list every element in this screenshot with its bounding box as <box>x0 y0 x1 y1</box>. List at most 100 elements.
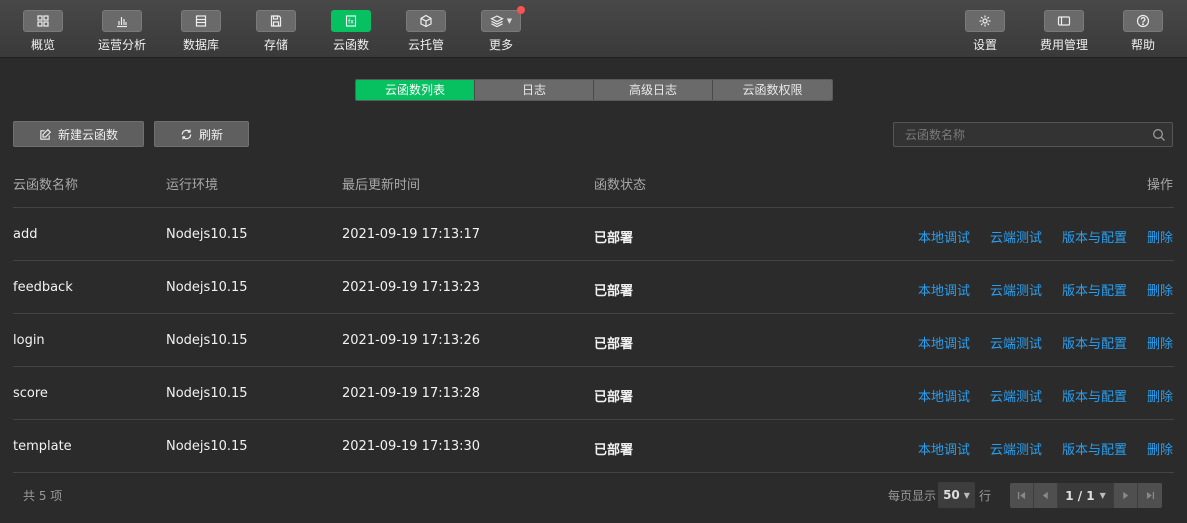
function-updated-time: 2021-09-19 17:13:26 <box>342 333 481 348</box>
table-row: score Nodejs10.15 2021-09-19 17:13:28 已部… <box>13 367 1174 420</box>
prev-page-button[interactable] <box>1034 483 1058 508</box>
function-runtime: Nodejs10.15 <box>166 439 248 454</box>
function-status: 已部署 <box>594 284 634 299</box>
function-updated-time: 2021-09-19 17:13:17 <box>342 227 481 242</box>
refresh-label: 刷新 <box>198 127 223 142</box>
toolbar-billing[interactable]: 费用管理 <box>1024 10 1104 54</box>
toolbar-label: 帮助 <box>1130 38 1155 52</box>
toolbar-cloud-hosting[interactable]: 云托管 <box>386 10 466 54</box>
tab-advanced-logs[interactable]: 高级日志 <box>594 80 713 100</box>
total-count: 共 5 项 <box>23 489 63 503</box>
function-runtime: Nodejs10.15 <box>166 227 248 242</box>
function-status: 已部署 <box>594 390 634 405</box>
toolbar-label: 存储 <box>263 38 288 52</box>
cloud-test-link[interactable]: 云端测试 <box>990 333 1042 352</box>
first-page-button[interactable] <box>1010 483 1034 508</box>
delete-link[interactable]: 删除 <box>1147 439 1173 458</box>
function-name: add <box>13 227 38 242</box>
next-page-button[interactable] <box>1114 483 1138 508</box>
new-function-label: 新建云函数 <box>57 127 118 142</box>
last-page-button[interactable] <box>1138 483 1162 508</box>
refresh-icon <box>181 129 192 139</box>
chevron-down-icon: ▼ <box>963 490 970 500</box>
function-tabs: 云函数列表 日志 高级日志 云函数权限 <box>355 79 833 101</box>
cloud-test-link[interactable]: 云端测试 <box>990 386 1042 405</box>
search-box <box>893 122 1173 147</box>
search-icon[interactable] <box>1152 128 1166 142</box>
local-debug-link[interactable]: 本地调试 <box>918 439 970 458</box>
delete-link[interactable]: 删除 <box>1147 227 1173 246</box>
next-page-icon <box>1123 491 1129 500</box>
cloud-test-link[interactable]: 云端测试 <box>990 439 1042 458</box>
database-icon <box>181 10 221 32</box>
toolbar-label: 云托管 <box>407 38 444 52</box>
version-config-link[interactable]: 版本与配置 <box>1062 386 1127 405</box>
notification-dot <box>517 6 525 14</box>
version-config-link[interactable]: 版本与配置 <box>1062 227 1127 246</box>
new-function-button[interactable]: 新建云函数 <box>13 121 144 147</box>
function-icon: fx <box>331 10 371 32</box>
prev-page-icon <box>1042 491 1048 500</box>
save-icon <box>256 10 296 32</box>
toolbar-help[interactable]: 帮助 <box>1103 10 1183 54</box>
svg-text:fx: fx <box>348 19 354 26</box>
function-status: 已部署 <box>594 443 634 458</box>
page-select[interactable]: 1 / 1 ▼ <box>1058 483 1114 508</box>
billing-icon <box>1044 10 1084 32</box>
toolbar-analytics[interactable]: 运营分析 <box>82 10 162 54</box>
function-status: 已部署 <box>594 337 634 352</box>
cube-icon <box>406 10 446 32</box>
function-name: score <box>13 386 48 401</box>
toolbar-label: 运营分析 <box>97 38 146 52</box>
local-debug-link[interactable]: 本地调试 <box>918 333 970 352</box>
function-runtime: Nodejs10.15 <box>166 333 248 348</box>
column-header-runtime: 运行环境 <box>166 178 219 193</box>
grid-icon <box>23 10 63 32</box>
version-config-link[interactable]: 版本与配置 <box>1062 333 1127 352</box>
per-page-select[interactable]: 50 ▼ <box>938 482 975 508</box>
local-debug-link[interactable]: 本地调试 <box>918 386 970 405</box>
edit-icon <box>40 128 52 140</box>
cloud-test-link[interactable]: 云端测试 <box>990 280 1042 299</box>
version-config-link[interactable]: 版本与配置 <box>1062 439 1127 458</box>
function-status: 已部署 <box>594 231 634 246</box>
table-row: add Nodejs10.15 2021-09-19 17:13:17 已部署 … <box>13 208 1174 261</box>
delete-link[interactable]: 删除 <box>1147 333 1173 352</box>
function-name: login <box>13 333 45 348</box>
local-debug-link[interactable]: 本地调试 <box>918 227 970 246</box>
column-header-actions: 操作 <box>1147 178 1174 193</box>
search-input[interactable] <box>894 123 1172 146</box>
tab-logs[interactable]: 日志 <box>475 80 594 100</box>
version-config-link[interactable]: 版本与配置 <box>1062 280 1127 299</box>
column-header-updated: 最后更新时间 <box>342 178 421 193</box>
toolbar-label: 设置 <box>972 38 997 52</box>
toolbar-label: 概览 <box>30 38 55 52</box>
table-row: feedback Nodejs10.15 2021-09-19 17:13:23… <box>13 261 1174 314</box>
first-page-icon <box>1017 491 1026 500</box>
local-debug-link[interactable]: 本地调试 <box>918 280 970 299</box>
tab-function-permissions[interactable]: 云函数权限 <box>713 80 832 100</box>
delete-link[interactable]: 删除 <box>1147 280 1173 299</box>
function-runtime: Nodejs10.15 <box>166 280 248 295</box>
toolbar-label: 费用管理 <box>1039 38 1088 52</box>
toolbar-storage[interactable]: 存储 <box>236 10 316 54</box>
toolbar-label: 数据库 <box>182 38 219 52</box>
cloud-test-link[interactable]: 云端测试 <box>990 227 1042 246</box>
top-toolbar: 概览 运营分析 数据库 存储 fx 云函数 云托管 ▼ 更多 设置 费用管理 帮… <box>0 0 1187 58</box>
toolbar-cloud-function[interactable]: fx 云函数 <box>311 10 391 54</box>
toolbar-overview[interactable]: 概览 <box>3 10 83 54</box>
pagination: 1 / 1 ▼ <box>1010 483 1162 508</box>
delete-link[interactable]: 删除 <box>1147 386 1173 405</box>
page-indicator: 1 / 1 <box>1065 488 1095 503</box>
toolbar-settings[interactable]: 设置 <box>945 10 1025 54</box>
toolbar-label: 更多 <box>488 38 513 52</box>
toolbar-more[interactable]: ▼ 更多 <box>461 6 541 54</box>
chevron-down-icon: ▼ <box>1099 491 1106 500</box>
column-header-status: 函数状态 <box>594 178 647 193</box>
refresh-button[interactable]: 刷新 <box>154 121 249 147</box>
table-header: 云函数名称 运行环境 最后更新时间 函数状态 操作 <box>13 164 1174 208</box>
layers-icon: ▼ <box>481 6 525 32</box>
toolbar-database[interactable]: 数据库 <box>161 10 241 54</box>
function-runtime: Nodejs10.15 <box>166 386 248 401</box>
tab-function-list[interactable]: 云函数列表 <box>356 80 475 100</box>
